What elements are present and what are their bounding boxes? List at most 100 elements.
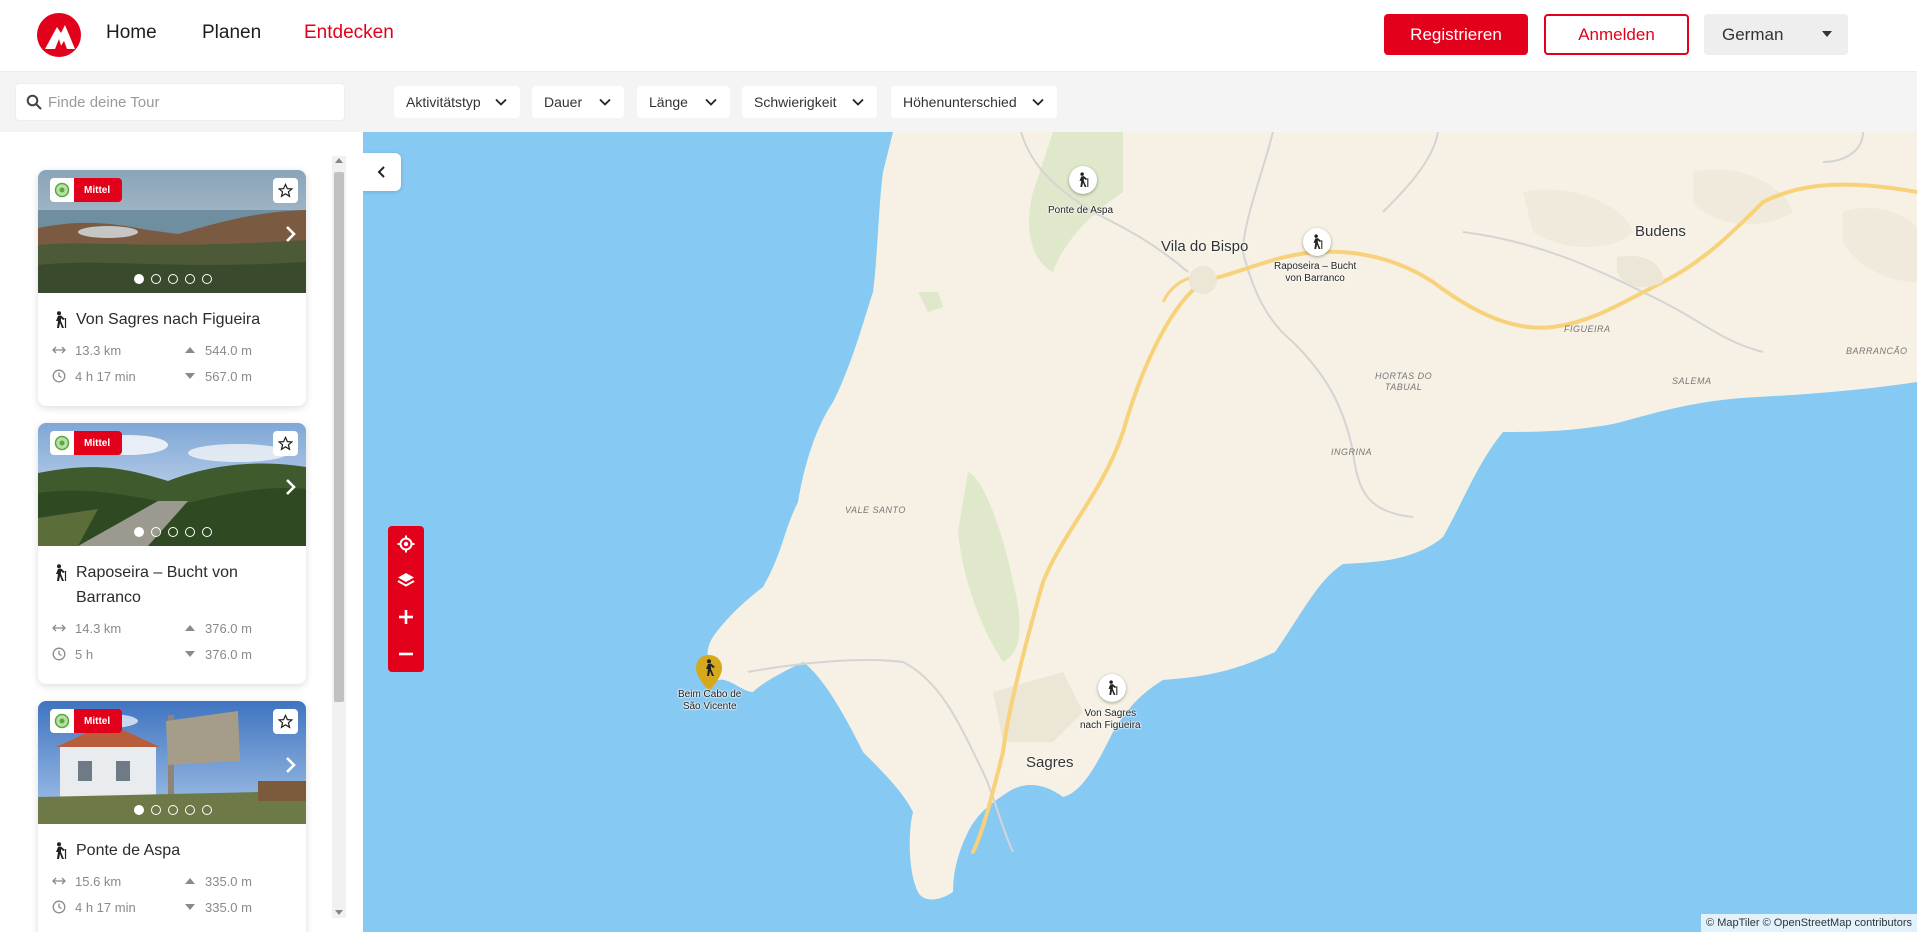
pagination-dot[interactable] (168, 805, 178, 815)
locality-label-line: TABUAL (1384, 382, 1423, 392)
distance-icon (52, 346, 66, 354)
descent-icon (185, 651, 195, 657)
filter-activity-label: Aktivitätstyp (406, 94, 481, 110)
chevron-down-icon (599, 98, 611, 106)
filter-difficulty[interactable]: Schwierigkeit (742, 86, 877, 118)
tour-duration-value: 4 h 17 min (75, 899, 136, 915)
favorite-button[interactable] (273, 178, 298, 203)
tour-card[interactable]: Mittel Von Sagres nach Figueira 13.3 km … (38, 170, 306, 406)
map-layers-button[interactable] (388, 562, 424, 598)
nav-plan-link[interactable]: Planen (202, 22, 261, 44)
tour-marker-label: Beim Cabo de São Vicente (678, 689, 741, 713)
tour-distance-value: 13.3 km (75, 342, 122, 358)
list-scrollbar[interactable] (332, 156, 346, 918)
pagination-dot[interactable] (202, 274, 212, 284)
map-pin-icon (696, 655, 722, 691)
nav-home-link[interactable]: Home (106, 22, 157, 44)
tour-descent: 335.0 m (184, 897, 252, 917)
locality-label: INGRINA (1331, 447, 1373, 457)
image-pagination (134, 527, 212, 537)
tour-card[interactable]: Mittel Ponte de Aspa 15.6 km 4 h 17 min … (38, 701, 306, 932)
layers-icon (397, 573, 415, 587)
pagination-dot[interactable] (151, 527, 161, 537)
locality-label: BARRANCÃO (1846, 346, 1908, 356)
filter-activity-type[interactable]: Aktivitätstyp (394, 86, 520, 118)
activity-icon (50, 431, 74, 455)
tour-photo: Mittel (38, 701, 306, 824)
tour-photo: Mittel (38, 170, 306, 293)
tour-distance: 13.3 km (52, 340, 121, 360)
zoom-in-button[interactable] (388, 599, 424, 635)
tour-card-body: Ponte de Aspa 15.6 km 4 h 17 min 335.0 m (38, 824, 306, 923)
filter-duration[interactable]: Dauer (532, 86, 624, 118)
filter-duration-label: Dauer (544, 94, 583, 110)
tour-marker-label-line: nach Figueira (1080, 720, 1141, 731)
difficulty-badge: Mittel (50, 709, 123, 733)
chevron-down-icon (705, 98, 717, 106)
tour-ascent: 335.0 m (184, 871, 252, 891)
search-box[interactable] (15, 83, 345, 121)
locality-label: SALEMA (1672, 376, 1712, 386)
tour-marker-label-line: Beim Cabo de (678, 689, 742, 700)
tour-ascent: 544.0 m (184, 340, 252, 360)
filter-length[interactable]: Länge (637, 86, 730, 118)
filter-elevation-difference[interactable]: Höhenunterschied (891, 86, 1057, 118)
scroll-up-arrow-icon[interactable] (335, 158, 343, 163)
tour-card[interactable]: Mittel Raposeira – Bucht von Barranco 14… (38, 423, 306, 684)
locate-me-button[interactable] (388, 526, 424, 562)
place-label: Budens (1635, 223, 1686, 240)
chevron-down-icon (852, 98, 864, 106)
favorite-button[interactable] (273, 709, 298, 734)
pagination-dot[interactable] (185, 805, 195, 815)
tour-descent-value: 376.0 m (205, 646, 252, 662)
tour-stats: 14.3 km 5 h 376.0 m 376.0 m (52, 618, 292, 670)
map-attribution[interactable]: © MapTiler © OpenStreetMap contributors (1701, 914, 1917, 932)
clock-icon (52, 900, 66, 914)
pagination-dot[interactable] (134, 274, 144, 284)
pagination-dot[interactable] (168, 527, 178, 537)
chevron-right-icon[interactable] (280, 477, 300, 497)
pagination-dot[interactable] (151, 805, 161, 815)
pagination-dot[interactable] (134, 805, 144, 815)
tour-title-row: Ponte de Aspa (52, 838, 292, 863)
scroll-down-arrow-icon[interactable] (335, 910, 343, 915)
chevron-right-icon[interactable] (280, 755, 300, 775)
filter-elevation-label: Höhenunterschied (903, 94, 1017, 110)
caret-down-icon (1822, 31, 1832, 37)
chevron-right-icon[interactable] (280, 224, 300, 244)
pagination-dot[interactable] (202, 805, 212, 815)
locality-label: VALE SANTO (845, 505, 906, 515)
tour-ascent-value: 544.0 m (205, 342, 252, 358)
tour-title-row: Von Sagres nach Figueira (52, 307, 292, 332)
register-button[interactable]: Registrieren (1384, 14, 1528, 55)
map-view[interactable]: Vila do Bispo Budens Sagres FIGUEIRA BAR… (363, 132, 1917, 932)
tour-marker-active[interactable] (693, 653, 725, 693)
pagination-dot[interactable] (185, 274, 195, 284)
language-select[interactable]: German (1704, 14, 1848, 55)
mountain-logo-icon (45, 25, 75, 49)
scroll-thumb[interactable] (334, 172, 344, 702)
star-icon (278, 436, 293, 451)
tour-title: Ponte de Aspa (76, 842, 181, 859)
pagination-dot[interactable] (202, 527, 212, 537)
zoom-out-button[interactable] (388, 636, 424, 672)
tour-duration-value: 4 h 17 min (75, 368, 136, 384)
hiker-icon (56, 564, 67, 581)
tour-marker[interactable] (1098, 674, 1126, 702)
pagination-dot[interactable] (134, 527, 144, 537)
collapse-panel-button[interactable] (363, 153, 401, 191)
tour-photo: Mittel (38, 423, 306, 546)
nav-discover-link[interactable]: Entdecken (304, 22, 394, 44)
tour-marker-label: Von Sagres nach Figueira (1080, 708, 1141, 732)
tour-marker[interactable] (1303, 228, 1331, 256)
pagination-dot[interactable] (168, 274, 178, 284)
ascent-icon (185, 878, 195, 884)
pagination-dot[interactable] (185, 527, 195, 537)
login-button[interactable]: Anmelden (1544, 14, 1689, 55)
pagination-dot[interactable] (151, 274, 161, 284)
favorite-button[interactable] (273, 431, 298, 456)
language-select-value: German (1722, 24, 1784, 44)
brand-logo[interactable] (37, 13, 81, 57)
search-input[interactable] (48, 84, 338, 120)
tour-marker[interactable] (1069, 166, 1097, 194)
